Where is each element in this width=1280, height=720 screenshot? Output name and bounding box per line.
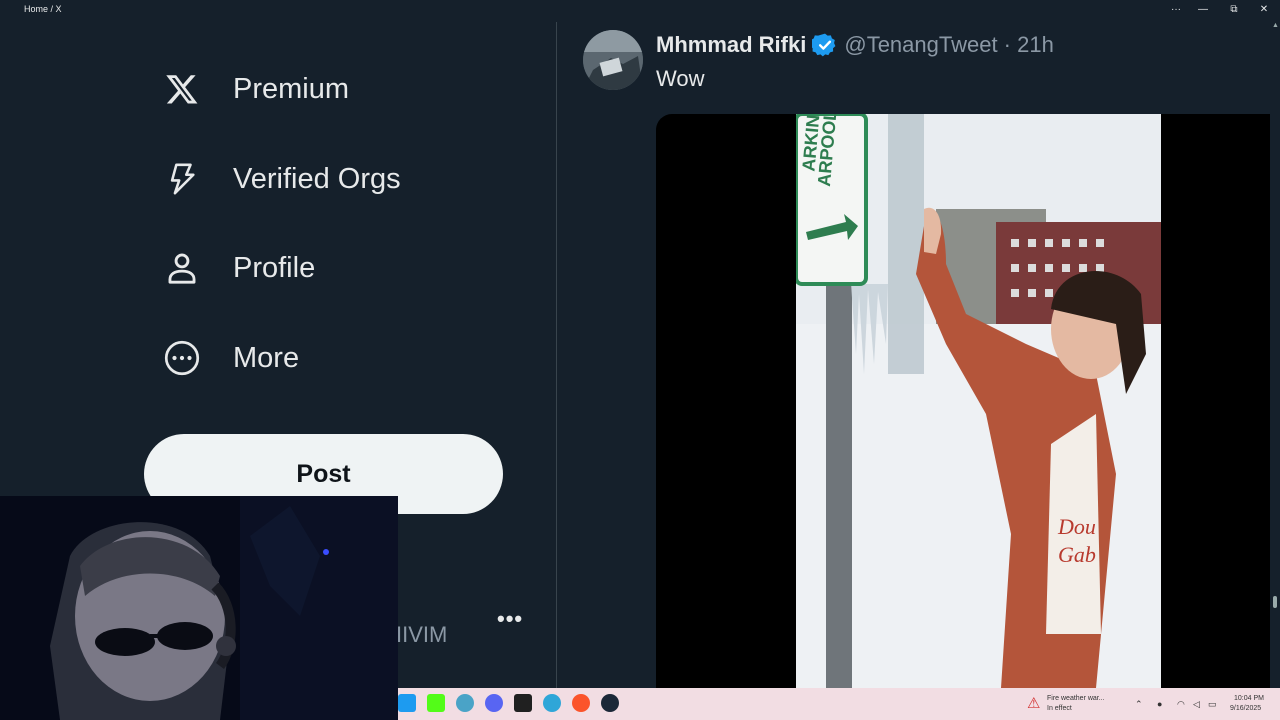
lightning-icon (164, 161, 200, 197)
sidebar-item-label: More (233, 341, 300, 374)
close-button[interactable]: ✕ (1256, 2, 1272, 18)
window-title: Home / X (24, 4, 62, 14)
clock-date[interactable]: 9/16/2025 (1230, 705, 1261, 712)
sidebar-item-label: Verified Orgs (233, 162, 401, 195)
sidebar-item-label: Profile (233, 251, 316, 284)
snipping-icon[interactable] (456, 694, 474, 712)
terminal-icon[interactable] (514, 694, 532, 712)
weather-alert[interactable]: Fire weather war... (1047, 695, 1105, 702)
weather-alert-status: In effect (1047, 705, 1072, 712)
sidebar-item-more[interactable]: More (164, 333, 299, 383)
scrollbar-thumb[interactable] (1273, 596, 1277, 608)
sidebar-item-label: Premium (233, 72, 350, 105)
person-icon (164, 250, 200, 286)
edge-icon[interactable] (543, 694, 561, 712)
title-bar: Home / X ··· — ⧉ ✕ (0, 0, 1280, 20)
webcam-overlay (0, 496, 398, 720)
tweet-text: Wow (656, 66, 705, 91)
more-options-icon[interactable]: ··· (1168, 2, 1184, 18)
battery-icon[interactable]: ▭ (1208, 699, 1217, 710)
shirt-text: Dou (1057, 514, 1096, 539)
brave-icon[interactable] (572, 694, 590, 712)
steam-icon[interactable] (601, 694, 619, 712)
clock-time[interactable]: 10:04 PM (1234, 695, 1264, 702)
chevron-up-icon[interactable]: ⌃ (1135, 699, 1143, 710)
restore-button[interactable]: ⧉ (1226, 2, 1242, 18)
more-circle-icon (164, 340, 200, 376)
microphone-icon[interactable]: ● (1157, 699, 1162, 709)
twitter-icon[interactable] (398, 694, 416, 712)
tweet-author-name[interactable]: Mhmmad Rifki (656, 32, 806, 58)
volume-icon[interactable]: ◁ (1193, 699, 1200, 710)
tweet-handle-time[interactable]: @TenangTweet · 21h (844, 32, 1053, 58)
x-logo-icon (164, 71, 200, 107)
sidebar-item-profile[interactable]: Profile (164, 243, 315, 293)
minimize-button[interactable]: — (1195, 2, 1211, 18)
scrollbar[interactable] (1270, 20, 1280, 688)
sidebar-item-verified-orgs[interactable]: Verified Orgs (164, 154, 401, 204)
wifi-icon[interactable]: ◠ (1177, 699, 1185, 710)
scroll-up-icon[interactable]: ▲ (1272, 22, 1279, 29)
kick-icon[interactable] (427, 694, 445, 712)
avatar[interactable] (583, 30, 643, 90)
tweet-video[interactable]: ARKING ARPOOL Dou Gab (656, 114, 1270, 688)
account-name[interactable]: IIVIM (396, 622, 447, 648)
account-more-icon[interactable]: ••• (497, 606, 523, 632)
sidebar-item-premium[interactable]: Premium (164, 64, 349, 114)
column-divider (556, 22, 557, 688)
discord-icon[interactable] (485, 694, 503, 712)
video-frame: ARKING ARPOOL Dou Gab (796, 114, 1161, 688)
tweet-header: Mhmmad Rifki @TenangTweet · 21h (656, 31, 1054, 59)
shirt-text: Gab (1058, 542, 1096, 567)
verified-badge-icon (812, 33, 836, 57)
warning-icon[interactable]: ⚠ (1027, 694, 1040, 712)
